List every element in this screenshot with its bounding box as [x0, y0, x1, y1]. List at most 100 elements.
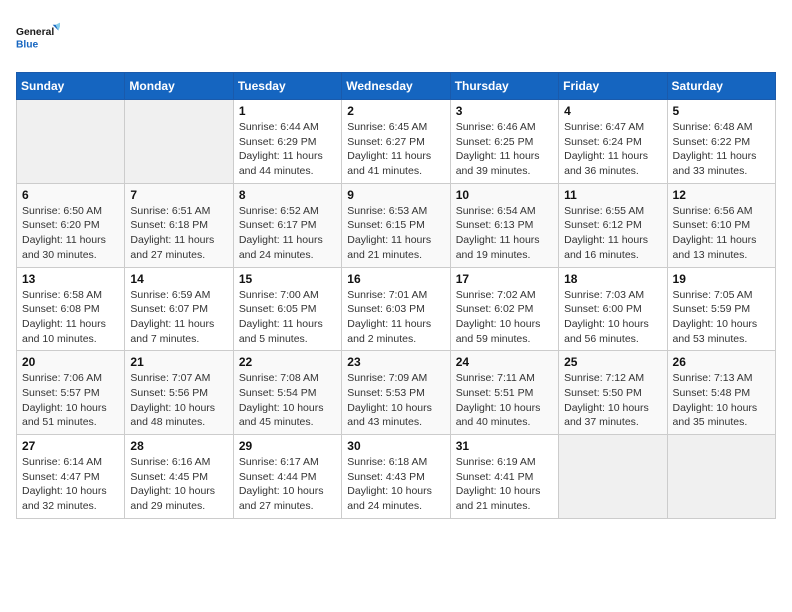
weekday-header-monday: Monday: [125, 73, 233, 100]
calendar-cell: 2 Sunrise: 6:45 AM Sunset: 6:27 PM Daylig…: [342, 100, 450, 184]
day-number: 15: [239, 272, 336, 286]
day-number: 25: [564, 355, 661, 369]
calendar-table: SundayMondayTuesdayWednesdayThursdayFrid…: [16, 72, 776, 519]
calendar-cell: 27 Sunrise: 6:14 AM Sunset: 4:47 PM Dayli…: [17, 435, 125, 519]
day-info: Sunrise: 6:55 AM Sunset: 6:12 PM Dayligh…: [564, 204, 661, 263]
day-number: 7: [130, 188, 227, 202]
calendar-cell: 6 Sunrise: 6:50 AM Sunset: 6:20 PM Daylig…: [17, 183, 125, 267]
day-info: Sunrise: 7:02 AM Sunset: 6:02 PM Dayligh…: [456, 288, 553, 347]
day-info: Sunrise: 6:58 AM Sunset: 6:08 PM Dayligh…: [22, 288, 119, 347]
calendar-cell: 20Sunrise: 7:06 AM Sunset: 5:57 PM Dayli…: [17, 351, 125, 435]
day-number: 8: [239, 188, 336, 202]
day-number: 12: [673, 188, 770, 202]
day-info: Sunrise: 6:16 AM Sunset: 4:45 PM Dayligh…: [130, 455, 227, 514]
day-info: Sunrise: 6:53 AM Sunset: 6:15 PM Dayligh…: [347, 204, 444, 263]
day-info: Sunrise: 7:01 AM Sunset: 6:03 PM Dayligh…: [347, 288, 444, 347]
calendar-week-row: 13Sunrise: 6:58 AM Sunset: 6:08 PM Dayli…: [17, 267, 776, 351]
calendar-cell: [559, 435, 667, 519]
calendar-cell: 9Sunrise: 6:53 AM Sunset: 6:15 PM Daylig…: [342, 183, 450, 267]
day-number: 27: [22, 439, 119, 453]
calendar-cell: 28 Sunrise: 6:16 AM Sunset: 4:45 PM Dayli…: [125, 435, 233, 519]
svg-text:Blue: Blue: [16, 40, 39, 51]
day-number: 2: [347, 104, 444, 118]
day-info: Sunrise: 6:44 AM Sunset: 6:29 PM Dayligh…: [239, 120, 336, 179]
weekday-header-row: SundayMondayTuesdayWednesdayThursdayFrid…: [17, 73, 776, 100]
day-info: Sunrise: 6:46 AM Sunset: 6:25 PM Dayligh…: [456, 120, 553, 179]
day-number: 26: [673, 355, 770, 369]
day-info: Sunrise: 6:45 AM Sunset: 6:27 PM Dayligh…: [347, 120, 444, 179]
day-info: Sunrise: 7:07 AM Sunset: 5:56 PM Dayligh…: [130, 371, 227, 430]
day-info: Sunrise: 6:56 AM Sunset: 6:10 PM Dayligh…: [673, 204, 770, 263]
day-info: Sunrise: 7:13 AM Sunset: 5:48 PM Dayligh…: [673, 371, 770, 430]
logo-svg: General Blue: [16, 16, 60, 60]
day-info: Sunrise: 7:12 AM Sunset: 5:50 PM Dayligh…: [564, 371, 661, 430]
calendar-cell: 10Sunrise: 6:54 AM Sunset: 6:13 PM Dayli…: [450, 183, 558, 267]
day-number: 11: [564, 188, 661, 202]
calendar-cell: [17, 100, 125, 184]
calendar-cell: 23 Sunrise: 7:09 AM Sunset: 5:53 PM Dayli…: [342, 351, 450, 435]
day-info: Sunrise: 6:18 AM Sunset: 4:43 PM Dayligh…: [347, 455, 444, 514]
weekday-header-thursday: Thursday: [450, 73, 558, 100]
day-info: Sunrise: 7:05 AM Sunset: 5:59 PM Dayligh…: [673, 288, 770, 347]
day-info: Sunrise: 6:54 AM Sunset: 6:13 PM Dayligh…: [456, 204, 553, 263]
calendar-week-row: 1 Sunrise: 6:44 AM Sunset: 6:29 PM Daylig…: [17, 100, 776, 184]
calendar-week-row: 20Sunrise: 7:06 AM Sunset: 5:57 PM Dayli…: [17, 351, 776, 435]
calendar-cell: 3 Sunrise: 6:46 AM Sunset: 6:25 PM Daylig…: [450, 100, 558, 184]
calendar-cell: 12 Sunrise: 6:56 AM Sunset: 6:10 PM Dayli…: [667, 183, 775, 267]
day-info: Sunrise: 6:47 AM Sunset: 6:24 PM Dayligh…: [564, 120, 661, 179]
calendar-week-row: 27 Sunrise: 6:14 AM Sunset: 4:47 PM Dayli…: [17, 435, 776, 519]
weekday-header-wednesday: Wednesday: [342, 73, 450, 100]
day-info: Sunrise: 6:50 AM Sunset: 6:20 PM Dayligh…: [22, 204, 119, 263]
day-number: 16: [347, 272, 444, 286]
calendar-cell: 22 Sunrise: 7:08 AM Sunset: 5:54 PM Dayli…: [233, 351, 341, 435]
day-info: Sunrise: 7:09 AM Sunset: 5:53 PM Dayligh…: [347, 371, 444, 430]
day-info: Sunrise: 6:52 AM Sunset: 6:17 PM Dayligh…: [239, 204, 336, 263]
calendar-cell: [125, 100, 233, 184]
calendar-cell: 19 Sunrise: 7:05 AM Sunset: 5:59 PM Dayli…: [667, 267, 775, 351]
calendar-cell: 8 Sunrise: 6:52 AM Sunset: 6:17 PM Daylig…: [233, 183, 341, 267]
day-number: 6: [22, 188, 119, 202]
day-number: 23: [347, 355, 444, 369]
calendar-cell: 4 Sunrise: 6:47 AM Sunset: 6:24 PM Daylig…: [559, 100, 667, 184]
day-info: Sunrise: 7:08 AM Sunset: 5:54 PM Dayligh…: [239, 371, 336, 430]
calendar-cell: 7Sunrise: 6:51 AM Sunset: 6:18 PM Daylig…: [125, 183, 233, 267]
day-info: Sunrise: 6:14 AM Sunset: 4:47 PM Dayligh…: [22, 455, 119, 514]
calendar-cell: 14Sunrise: 6:59 AM Sunset: 6:07 PM Dayli…: [125, 267, 233, 351]
day-number: 31: [456, 439, 553, 453]
calendar-cell: 1 Sunrise: 6:44 AM Sunset: 6:29 PM Daylig…: [233, 100, 341, 184]
day-number: 19: [673, 272, 770, 286]
day-number: 1: [239, 104, 336, 118]
calendar-cell: 18Sunrise: 7:03 AM Sunset: 6:00 PM Dayli…: [559, 267, 667, 351]
day-number: 14: [130, 272, 227, 286]
logo: General Blue: [16, 16, 60, 60]
day-number: 24: [456, 355, 553, 369]
day-number: 28: [130, 439, 227, 453]
day-number: 29: [239, 439, 336, 453]
calendar-header: SundayMondayTuesdayWednesdayThursdayFrid…: [17, 73, 776, 100]
calendar-cell: 13Sunrise: 6:58 AM Sunset: 6:08 PM Dayli…: [17, 267, 125, 351]
weekday-header-sunday: Sunday: [17, 73, 125, 100]
calendar-cell: 25 Sunrise: 7:12 AM Sunset: 5:50 PM Dayli…: [559, 351, 667, 435]
day-info: Sunrise: 7:00 AM Sunset: 6:05 PM Dayligh…: [239, 288, 336, 347]
day-number: 21: [130, 355, 227, 369]
weekday-header-friday: Friday: [559, 73, 667, 100]
svg-text:General: General: [16, 27, 54, 38]
calendar-cell: 24 Sunrise: 7:11 AM Sunset: 5:51 PM Dayli…: [450, 351, 558, 435]
day-number: 5: [673, 104, 770, 118]
day-info: Sunrise: 6:48 AM Sunset: 6:22 PM Dayligh…: [673, 120, 770, 179]
day-number: 4: [564, 104, 661, 118]
day-number: 20: [22, 355, 119, 369]
calendar-cell: 31 Sunrise: 6:19 AM Sunset: 4:41 PM Dayli…: [450, 435, 558, 519]
day-info: Sunrise: 6:17 AM Sunset: 4:44 PM Dayligh…: [239, 455, 336, 514]
calendar-cell: 5 Sunrise: 6:48 AM Sunset: 6:22 PM Daylig…: [667, 100, 775, 184]
day-info: Sunrise: 6:19 AM Sunset: 4:41 PM Dayligh…: [456, 455, 553, 514]
day-number: 30: [347, 439, 444, 453]
calendar-cell: [667, 435, 775, 519]
calendar-cell: 21 Sunrise: 7:07 AM Sunset: 5:56 PM Dayli…: [125, 351, 233, 435]
day-number: 3: [456, 104, 553, 118]
calendar-cell: 16 Sunrise: 7:01 AM Sunset: 6:03 PM Dayli…: [342, 267, 450, 351]
day-number: 22: [239, 355, 336, 369]
calendar-cell: 11 Sunrise: 6:55 AM Sunset: 6:12 PM Dayli…: [559, 183, 667, 267]
calendar-cell: 29 Sunrise: 6:17 AM Sunset: 4:44 PM Dayli…: [233, 435, 341, 519]
day-info: Sunrise: 7:11 AM Sunset: 5:51 PM Dayligh…: [456, 371, 553, 430]
